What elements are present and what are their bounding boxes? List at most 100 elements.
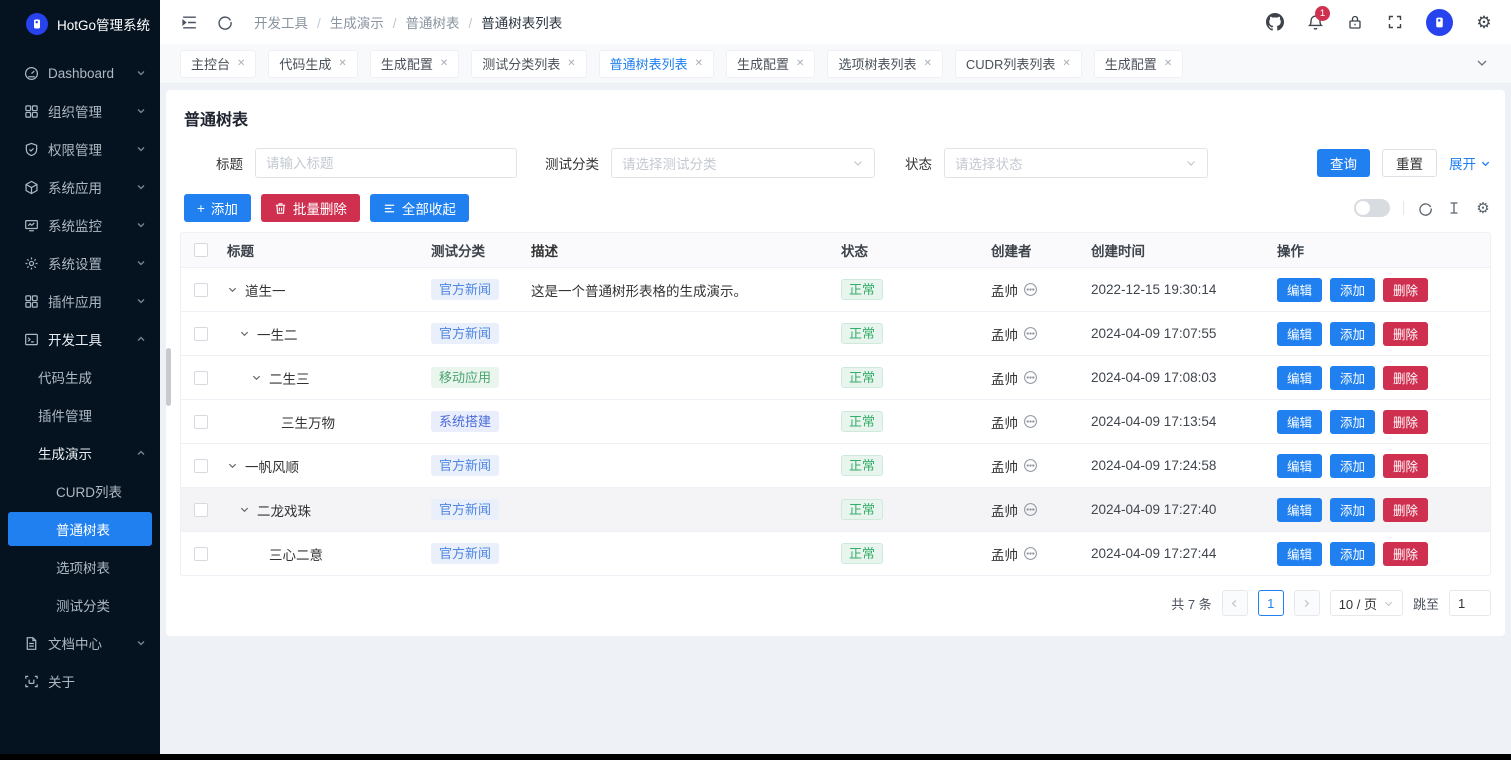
add-child-button[interactable]: 添加 — [1330, 498, 1375, 522]
tree-collapse-icon[interactable] — [251, 371, 269, 385]
tab-gen-config-3[interactable]: 生成配置✕ — [1094, 50, 1183, 78]
sidebar-item-org[interactable]: 组织管理 — [0, 92, 160, 130]
close-icon[interactable]: ✕ — [695, 59, 703, 69]
tree-collapse-icon[interactable] — [227, 283, 245, 297]
edit-button[interactable]: 编辑 — [1277, 542, 1322, 566]
edit-button[interactable]: 编辑 — [1277, 278, 1322, 302]
sidebar-item-settings[interactable]: 系统设置 — [0, 244, 160, 282]
sidebar-item-gen-demo[interactable]: 生成演示 — [0, 434, 160, 472]
next-page-button[interactable] — [1294, 590, 1320, 616]
gear-icon[interactable]: ⚙ — [1475, 13, 1493, 31]
row-checkbox[interactable] — [194, 415, 208, 429]
sidebar-item-test-category[interactable]: 测试分类 — [0, 586, 160, 624]
expand-filters-link[interactable]: 展开 — [1449, 153, 1491, 173]
row-checkbox[interactable] — [194, 371, 208, 385]
collapse-sidebar-icon[interactable] — [180, 13, 198, 31]
reload-icon[interactable] — [216, 13, 234, 31]
close-icon[interactable]: ✕ — [237, 59, 245, 69]
tree-collapse-icon[interactable] — [239, 327, 257, 341]
batch-delete-button[interactable]: 批量删除 — [261, 194, 360, 222]
breadcrumb-item[interactable]: 生成演示 — [330, 12, 406, 32]
sidebar-item-curd-list[interactable]: CURD列表 — [0, 472, 160, 510]
sidebar-item-about[interactable]: 关于 — [0, 662, 160, 700]
edit-button[interactable]: 编辑 — [1277, 454, 1322, 478]
add-child-button[interactable]: 添加 — [1330, 454, 1375, 478]
tab-gen-config-1[interactable]: 生成配置✕ — [370, 50, 459, 78]
close-icon[interactable]: ✕ — [1164, 59, 1172, 69]
sidebar-item-option-tree[interactable]: 选项树表 — [0, 548, 160, 586]
delete-button[interactable]: 删除 — [1383, 454, 1428, 478]
tab-option-tree-list[interactable]: 选项树表列表✕ — [827, 50, 942, 78]
sidebar-item-permission[interactable]: 权限管理 — [0, 130, 160, 168]
close-icon[interactable]: ✕ — [796, 59, 804, 69]
tab-test-category-list[interactable]: 测试分类列表✕ — [471, 50, 586, 78]
prev-page-button[interactable] — [1222, 590, 1248, 616]
edit-button[interactable]: 编辑 — [1277, 366, 1322, 390]
add-child-button[interactable]: 添加 — [1330, 366, 1375, 390]
sidebar-item-plugin-app[interactable]: 插件应用 — [0, 282, 160, 320]
add-child-button[interactable]: 添加 — [1330, 542, 1375, 566]
ellipsis-circle-icon[interactable] — [1023, 458, 1038, 473]
sidebar-item-dev-tools[interactable]: 开发工具 — [0, 320, 160, 358]
status-filter-select[interactable]: 请选择状态 — [944, 148, 1208, 178]
sidebar-item-plugin-manage[interactable]: 插件管理 — [0, 396, 160, 434]
edit-button[interactable]: 编辑 — [1277, 498, 1322, 522]
striped-toggle[interactable] — [1354, 199, 1390, 217]
delete-button[interactable]: 删除 — [1383, 366, 1428, 390]
tab-gen-config-2[interactable]: 生成配置✕ — [726, 50, 815, 78]
tree-collapse-icon[interactable] — [239, 503, 257, 517]
tab-list-dropdown-icon[interactable] — [1475, 56, 1491, 72]
category-filter-select[interactable]: 请选择测试分类 — [611, 148, 875, 178]
close-icon[interactable]: ✕ — [567, 59, 575, 69]
reset-button[interactable]: 重置 — [1382, 149, 1437, 177]
tab-code-gen[interactable]: 代码生成✕ — [268, 50, 357, 78]
tree-collapse-icon[interactable] — [227, 459, 245, 473]
collapse-all-button[interactable]: 全部收起 — [370, 194, 469, 222]
row-checkbox[interactable] — [194, 547, 208, 561]
delete-button[interactable]: 删除 — [1383, 542, 1428, 566]
page-size-select[interactable]: 10 / 页 — [1330, 590, 1403, 616]
notification-bell-icon[interactable]: 1 — [1306, 13, 1324, 31]
column-settings-icon[interactable]: ⚙ — [1475, 200, 1491, 216]
row-height-icon[interactable] — [1446, 200, 1462, 216]
ellipsis-circle-icon[interactable] — [1023, 370, 1038, 385]
github-icon[interactable] — [1266, 13, 1284, 31]
tab-console[interactable]: 主控台✕ — [180, 50, 256, 78]
tab-cudr-list[interactable]: CUDR列表列表✕ — [955, 50, 1082, 78]
add-child-button[interactable]: 添加 — [1330, 410, 1375, 434]
delete-button[interactable]: 删除 — [1383, 322, 1428, 346]
ellipsis-circle-icon[interactable] — [1023, 282, 1038, 297]
add-button[interactable]: + 添加 — [184, 194, 251, 222]
select-all-checkbox[interactable] — [194, 243, 208, 257]
edit-button[interactable]: 编辑 — [1277, 322, 1322, 346]
close-icon[interactable]: ✕ — [923, 59, 931, 69]
ellipsis-circle-icon[interactable] — [1023, 414, 1038, 429]
add-child-button[interactable]: 添加 — [1330, 278, 1375, 302]
sidebar-item-monitor[interactable]: 系统监控 — [0, 206, 160, 244]
lock-icon[interactable] — [1346, 13, 1364, 31]
sidebar-item-code-gen[interactable]: 代码生成 — [0, 358, 160, 396]
scrollbar-thumb[interactable] — [166, 348, 171, 406]
ellipsis-circle-icon[interactable] — [1023, 326, 1038, 341]
search-button[interactable]: 查询 — [1317, 149, 1370, 177]
breadcrumb-item[interactable]: 普通树表 — [406, 12, 482, 32]
row-checkbox[interactable] — [194, 459, 208, 473]
delete-button[interactable]: 删除 — [1383, 278, 1428, 302]
close-icon[interactable]: ✕ — [338, 59, 346, 69]
edit-button[interactable]: 编辑 — [1277, 410, 1322, 434]
ellipsis-circle-icon[interactable] — [1023, 546, 1038, 561]
avatar[interactable] — [1426, 9, 1453, 36]
breadcrumb-item[interactable]: 开发工具 — [254, 12, 330, 32]
jump-to-input[interactable] — [1449, 590, 1491, 616]
close-icon[interactable]: ✕ — [440, 59, 448, 69]
fullscreen-icon[interactable] — [1386, 13, 1404, 31]
close-icon[interactable]: ✕ — [1062, 59, 1070, 69]
page-number-button[interactable]: 1 — [1258, 590, 1284, 616]
delete-button[interactable]: 删除 — [1383, 410, 1428, 434]
sidebar-item-doc-center[interactable]: 文档中心 — [0, 624, 160, 662]
tab-normal-tree-list[interactable]: 普通树表列表✕ — [599, 50, 714, 78]
sidebar-item-dashboard[interactable]: Dashboard — [0, 54, 160, 92]
add-child-button[interactable]: 添加 — [1330, 322, 1375, 346]
refresh-icon[interactable] — [1417, 200, 1433, 216]
row-checkbox[interactable] — [194, 327, 208, 341]
